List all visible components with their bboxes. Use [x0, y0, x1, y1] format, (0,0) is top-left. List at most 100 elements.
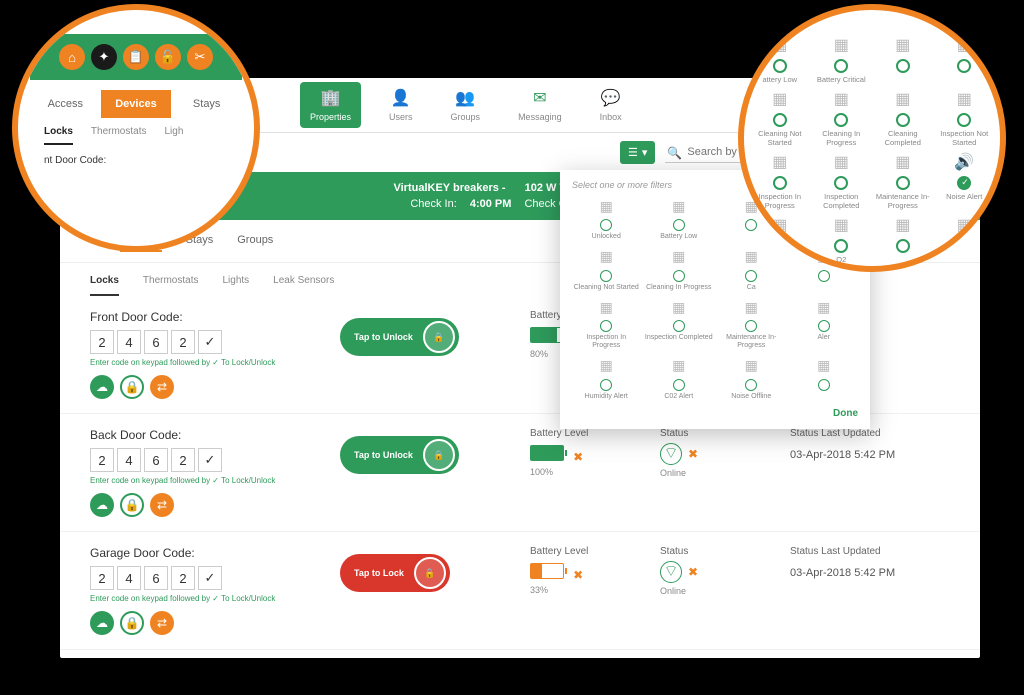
code-digit: 2	[171, 448, 195, 472]
filter-option-icon: ▦	[812, 214, 872, 236]
tab-devices[interactable]: Devices	[101, 90, 172, 118]
tab-access[interactable]: Access	[30, 90, 101, 118]
nav-users[interactable]: 👤Users	[379, 82, 423, 128]
nav-properties[interactable]: 🏢Properties	[300, 82, 361, 128]
filter-option-icon: ▦	[572, 297, 641, 317]
subtab-leak-sensors[interactable]: Leak Sensors	[273, 271, 334, 296]
filter-option[interactable]: ▦C02 Alert	[645, 356, 714, 401]
tools-icon: ✂	[187, 44, 213, 70]
filter-option[interactable]: ▦Humidity Alert	[572, 356, 641, 401]
checkin-label: Check In:	[410, 198, 456, 210]
sync-icon[interactable]: ⇄	[150, 611, 174, 635]
lock-icon[interactable]: 🔒	[120, 493, 144, 517]
filter-option[interactable]: 🔊Noise Alert	[935, 151, 995, 210]
filter-button[interactable]: ☰ ▾	[620, 141, 655, 164]
filter-option[interactable]: ▦Unlocked	[572, 196, 641, 241]
radio-icon	[600, 379, 612, 391]
filter-option[interactable]: ▦Battery Critical	[812, 34, 872, 84]
filter-option[interactable]: ▦O2	[812, 214, 872, 264]
tap-label: Tap to Unlock	[354, 450, 413, 460]
lock-title: Garage Door Code:	[90, 546, 330, 560]
filter-option-label: Cleaning Completed	[873, 129, 933, 147]
updated-label: Status Last Updated	[790, 546, 950, 557]
nav-groups[interactable]: 👥Groups	[441, 82, 491, 128]
updated-time: 03-Apr-2018 5:42 PM	[790, 449, 950, 461]
tab-groups[interactable]: Groups	[237, 230, 273, 252]
code-digit: ✓	[198, 566, 222, 590]
tab-stays[interactable]: Stays	[171, 90, 242, 118]
chevron-down-icon: ▾	[642, 146, 648, 159]
filter-option-label: Maintenance In-Progress	[873, 192, 933, 210]
filter-option-icon: ▦	[645, 356, 714, 376]
filter-option[interactable]: ▦Cleaning In Progress	[645, 247, 714, 292]
filter-option-label: Cleaning Not Started	[750, 129, 810, 147]
lock-title: Front Door Code:	[90, 310, 330, 324]
lock-toggle-icon: 🔒	[414, 557, 446, 589]
filter-option[interactable]: ▦Battery Low	[645, 196, 714, 241]
tap-lock-button[interactable]: Tap to Lock 🔒	[340, 554, 450, 592]
filter-option-label: Ca	[717, 284, 786, 292]
filter-option[interactable]: ▦Noise Offline	[717, 356, 786, 401]
radio-icon	[896, 59, 910, 73]
battery-icon	[530, 563, 564, 579]
subtab-locks[interactable]: Locks	[90, 271, 119, 296]
cloud-icon[interactable]: ☁	[90, 493, 114, 517]
magnified-left: ⌂ ✦ 📋 🔓 ✂ Access Devices Stays Locks The…	[12, 4, 260, 252]
subtab-lights[interactable]: Lights	[222, 271, 249, 296]
filter-option[interactable]: ▦	[790, 356, 859, 401]
code-hint: Enter code on keypad followed by ✓ To Lo…	[90, 358, 330, 367]
updated-time: 03-Apr-2018 5:42 PM	[790, 567, 950, 579]
subtab-lights[interactable]: Ligh	[164, 126, 183, 145]
filter-option[interactable]: ▦Aler	[790, 297, 859, 349]
filter-option-icon: ▦	[935, 34, 995, 56]
filter-option[interactable]: ▦	[873, 214, 933, 264]
filter-option[interactable]: ▦Inspection Not Started	[935, 88, 995, 147]
filter-option[interactable]: ▦Cleaning Not Started	[572, 247, 641, 292]
code-display: 2462✓	[90, 448, 330, 472]
filter-option[interactable]: ▦Cleaning In Progress	[812, 88, 872, 147]
cloud-icon[interactable]: ☁	[90, 375, 114, 399]
filter-option-icon: ▦	[750, 34, 810, 56]
battery-percent: 33%	[530, 585, 650, 595]
filter-option[interactable]: ▦Inspection In Progress	[750, 151, 810, 210]
nav-messaging[interactable]: ✉Messaging	[508, 82, 572, 128]
filter-option[interactable]: ▦	[935, 34, 995, 84]
filter-option[interactable]: ▦	[873, 34, 933, 84]
lock-card: Back Door Code: 2462✓ Enter code on keyp…	[60, 414, 980, 532]
filter-option[interactable]: ▦attery Low	[750, 34, 810, 84]
filter-option-label: Maintenance In-Progress	[717, 334, 786, 349]
filter-option[interactable]: ▦Inspection In Progress	[572, 297, 641, 349]
filter-option[interactable]: ▦Ca	[717, 247, 786, 292]
filter-option[interactable]: ▦Inspection Completed	[812, 151, 872, 210]
nav-inbox[interactable]: 💬Inbox	[590, 82, 632, 128]
wifi-icon: ⌔	[660, 443, 682, 465]
lock-icon[interactable]: 🔒	[120, 611, 144, 635]
radio-icon	[773, 59, 787, 73]
filter-option-label: Noise Offline	[717, 393, 786, 401]
subtab-thermostats[interactable]: Thermostats	[143, 271, 199, 296]
lock-icon[interactable]: 🔒	[120, 375, 144, 399]
sync-icon[interactable]: ⇄	[150, 375, 174, 399]
cloud-icon[interactable]: ☁	[90, 611, 114, 635]
tap-lock-button[interactable]: Tap to Unlock 🔒	[340, 436, 459, 474]
filter-option[interactable]: ▦Maintenance In-Progress	[717, 297, 786, 349]
filter-option[interactable]: ▦Inspection Completed	[645, 297, 714, 349]
radio-icon	[818, 379, 830, 391]
code-display: 2462✓	[90, 330, 330, 354]
radio-icon	[673, 270, 685, 282]
code-label: nt Door Code:	[30, 145, 242, 176]
radio-icon	[818, 320, 830, 332]
tap-lock-button[interactable]: Tap to Unlock 🔒	[340, 318, 459, 356]
filter-option[interactable]: ▦Cleaning Completed	[873, 88, 933, 147]
nav-label: Messaging	[518, 112, 562, 122]
sync-icon[interactable]: ⇄	[150, 493, 174, 517]
done-button[interactable]: Done	[572, 408, 858, 419]
filter-option-label: Battery Critical	[812, 75, 872, 84]
filter-option-label: Battery Low	[645, 233, 714, 241]
filter-option[interactable]: ▦Cleaning Not Started	[750, 88, 810, 147]
subtab-locks[interactable]: Locks	[44, 126, 73, 145]
subtab-thermostats[interactable]: Thermostats	[91, 126, 147, 145]
status-text: Online	[660, 468, 780, 478]
filter-option-icon: ▦	[645, 247, 714, 267]
filter-option[interactable]: ▦Maintenance In-Progress	[873, 151, 933, 210]
